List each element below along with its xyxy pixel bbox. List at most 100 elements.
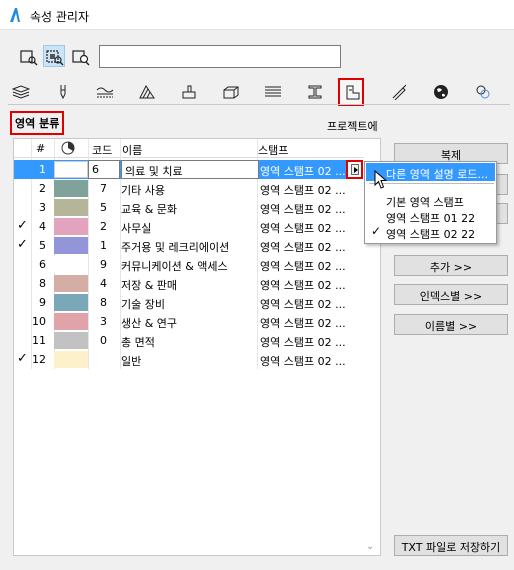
project-column-label: 프로젝트에 (327, 120, 378, 133)
line-type-icon (96, 87, 114, 98)
color-swatch[interactable] (54, 199, 88, 216)
table-row[interactable]: 9 8 기술 장비 영역 스탬프 02 ... (14, 293, 347, 312)
pen-icon (60, 85, 66, 100)
stamp-cell[interactable]: 영역 스탬프 02 ... (260, 277, 346, 293)
plan-view-button[interactable] (17, 45, 39, 67)
table-row[interactable]: ✓ 4 2 사무실 영역 스탬프 02 ... (14, 217, 347, 236)
code-cell: 8 (100, 296, 107, 309)
color-swatch[interactable] (54, 218, 88, 235)
color-wheel-icon[interactable] (61, 141, 75, 155)
stamp-cell[interactable]: 영역 스탬프 02 ... (260, 315, 346, 331)
name-cell: 교육 & 문화 (121, 203, 178, 216)
tab-building-materials[interactable] (470, 80, 496, 104)
save-txt-button[interactable]: TXT 파일로 저장하기 (394, 535, 508, 556)
color-swatch[interactable] (54, 237, 88, 254)
tab-environments[interactable] (428, 80, 454, 104)
name-cell: 생산 & 연구 (121, 317, 178, 330)
by-name-button[interactable]: 이름별 >> (394, 314, 508, 335)
header-num[interactable]: # (36, 142, 45, 155)
layers-icon (12, 85, 30, 99)
plan-view-icon (20, 50, 38, 66)
stamp-menu-button[interactable] (346, 160, 363, 179)
header-code[interactable]: 코드 (92, 142, 112, 158)
row-number: 4 (39, 220, 46, 233)
search-input[interactable] (99, 45, 341, 68)
table-row[interactable]: ✓ 12 일반 영역 스탬프 02 ... (14, 350, 347, 369)
by-index-button[interactable]: 인덱스별 >> (394, 284, 508, 305)
building-material-icon (476, 85, 490, 99)
tab-layers[interactable] (8, 80, 34, 104)
name-cell: 저장 & 판매 (121, 279, 178, 292)
composite-icon (223, 86, 239, 99)
menu-item-stamp-option[interactable]: ✓ 영역 스탬프 02 22 (366, 223, 495, 241)
code-cell: 7 (100, 182, 107, 195)
add-button[interactable]: 추가 >> (394, 255, 508, 276)
zone-stamp-icon (346, 85, 360, 100)
table-row[interactable]: 2 7 기타 사용 영역 스탬프 02 ... (14, 179, 347, 198)
row-number: 11 (32, 334, 46, 347)
tab-materials[interactable] (386, 80, 412, 104)
selection-view-button[interactable] (43, 45, 65, 67)
tab-zone-categories[interactable] (338, 78, 364, 106)
color-swatch[interactable] (54, 313, 88, 330)
checkmark-icon: ✓ (17, 351, 28, 366)
header-stamp[interactable]: 스탬프 (258, 142, 288, 158)
tab-composites[interactable] (218, 80, 244, 104)
stamp-cell[interactable]: 영역 스탬프 02 ... (260, 353, 346, 369)
color-swatch[interactable] (54, 351, 88, 368)
code-cell: 9 (100, 258, 107, 271)
tab-profiles[interactable] (260, 80, 286, 104)
code-cell: 2 (100, 220, 107, 233)
tab-operation-profiles[interactable] (302, 80, 328, 104)
stamp-cell[interactable]: 영역 스탬프 02 ... (260, 239, 346, 255)
header-name[interactable]: 이름 (122, 142, 142, 158)
tab-line-types[interactable] (92, 80, 118, 104)
stamp-cell[interactable]: 영역 스탬프 02 ... (260, 182, 346, 198)
color-swatch[interactable] (54, 256, 88, 273)
checkmark-icon: ✓ (17, 218, 28, 233)
table-row[interactable]: ✓ 5 1 주거용 및 레크리에이션 영역 스탬프 02 ... (14, 236, 347, 255)
stamp-cell[interactable]: 영역 스탬프 02 ... (260, 163, 346, 179)
row-number: 12 (32, 353, 46, 366)
fill-icon (139, 85, 155, 99)
color-swatch[interactable] (54, 161, 88, 178)
color-swatch[interactable] (54, 180, 88, 197)
table-row[interactable]: 10 3 생산 & 연구 영역 스탬프 02 ... (14, 312, 347, 331)
stamp-cell[interactable]: 영역 스탬프 02 ... (260, 220, 346, 236)
code-cell: 3 (100, 315, 107, 328)
table-row[interactable]: 8 4 저장 & 판매 영역 스탬프 02 ... (14, 274, 347, 293)
find-view-button[interactable] (69, 45, 91, 67)
color-swatch[interactable] (54, 275, 88, 292)
color-swatch[interactable] (54, 294, 88, 311)
archicad-app-icon (10, 8, 20, 22)
table-row[interactable]: 3 5 교육 & 문화 영역 스탬프 02 ... (14, 198, 347, 217)
stamp-cell[interactable]: 영역 스탬프 02 ... (260, 334, 346, 350)
name-edit-field[interactable]: 의료 및 치료 (121, 160, 259, 179)
table-row[interactable]: 11 0 총 면적 영역 스탬프 02 ... (14, 331, 347, 350)
name-cell: 주거용 및 레크리에이션 (121, 241, 230, 254)
code-cell: 0 (100, 334, 107, 347)
section-title: 영역 분류 (10, 111, 65, 135)
stamp-cell[interactable]: 영역 스탬프 02 ... (260, 258, 346, 274)
row-number: 6 (39, 258, 46, 271)
table-row[interactable]: 6 9 커뮤니케이션 & 액세스 영역 스탬프 02 ... (14, 255, 347, 274)
tab-surfaces[interactable] (176, 80, 202, 104)
color-swatch[interactable] (54, 332, 88, 349)
name-cell: 일반 (121, 355, 142, 368)
row-number: 10 (32, 315, 46, 328)
row-number: 2 (39, 182, 46, 195)
name-cell: 총 면적 (121, 336, 155, 349)
chevron-down-icon[interactable]: ⌄ (366, 541, 374, 552)
checkmark-icon: ✓ (371, 224, 382, 238)
code-cell: 5 (100, 201, 107, 214)
title-bar: 속성 관리자 (0, 0, 514, 30)
triangle-right-icon (351, 164, 359, 175)
code-edit-field[interactable]: 6 (88, 160, 120, 179)
row-number: 9 (39, 296, 46, 309)
table-row[interactable]: 1 6 의료 및 치료 영역 스탬프 02 ... (14, 160, 347, 179)
find-view-icon (72, 50, 90, 66)
tab-pens[interactable] (50, 80, 76, 104)
tab-fills[interactable] (134, 80, 160, 104)
stamp-cell[interactable]: 영역 스탬프 02 ... (260, 296, 346, 312)
stamp-cell[interactable]: 영역 스탬프 02 ... (260, 201, 346, 217)
